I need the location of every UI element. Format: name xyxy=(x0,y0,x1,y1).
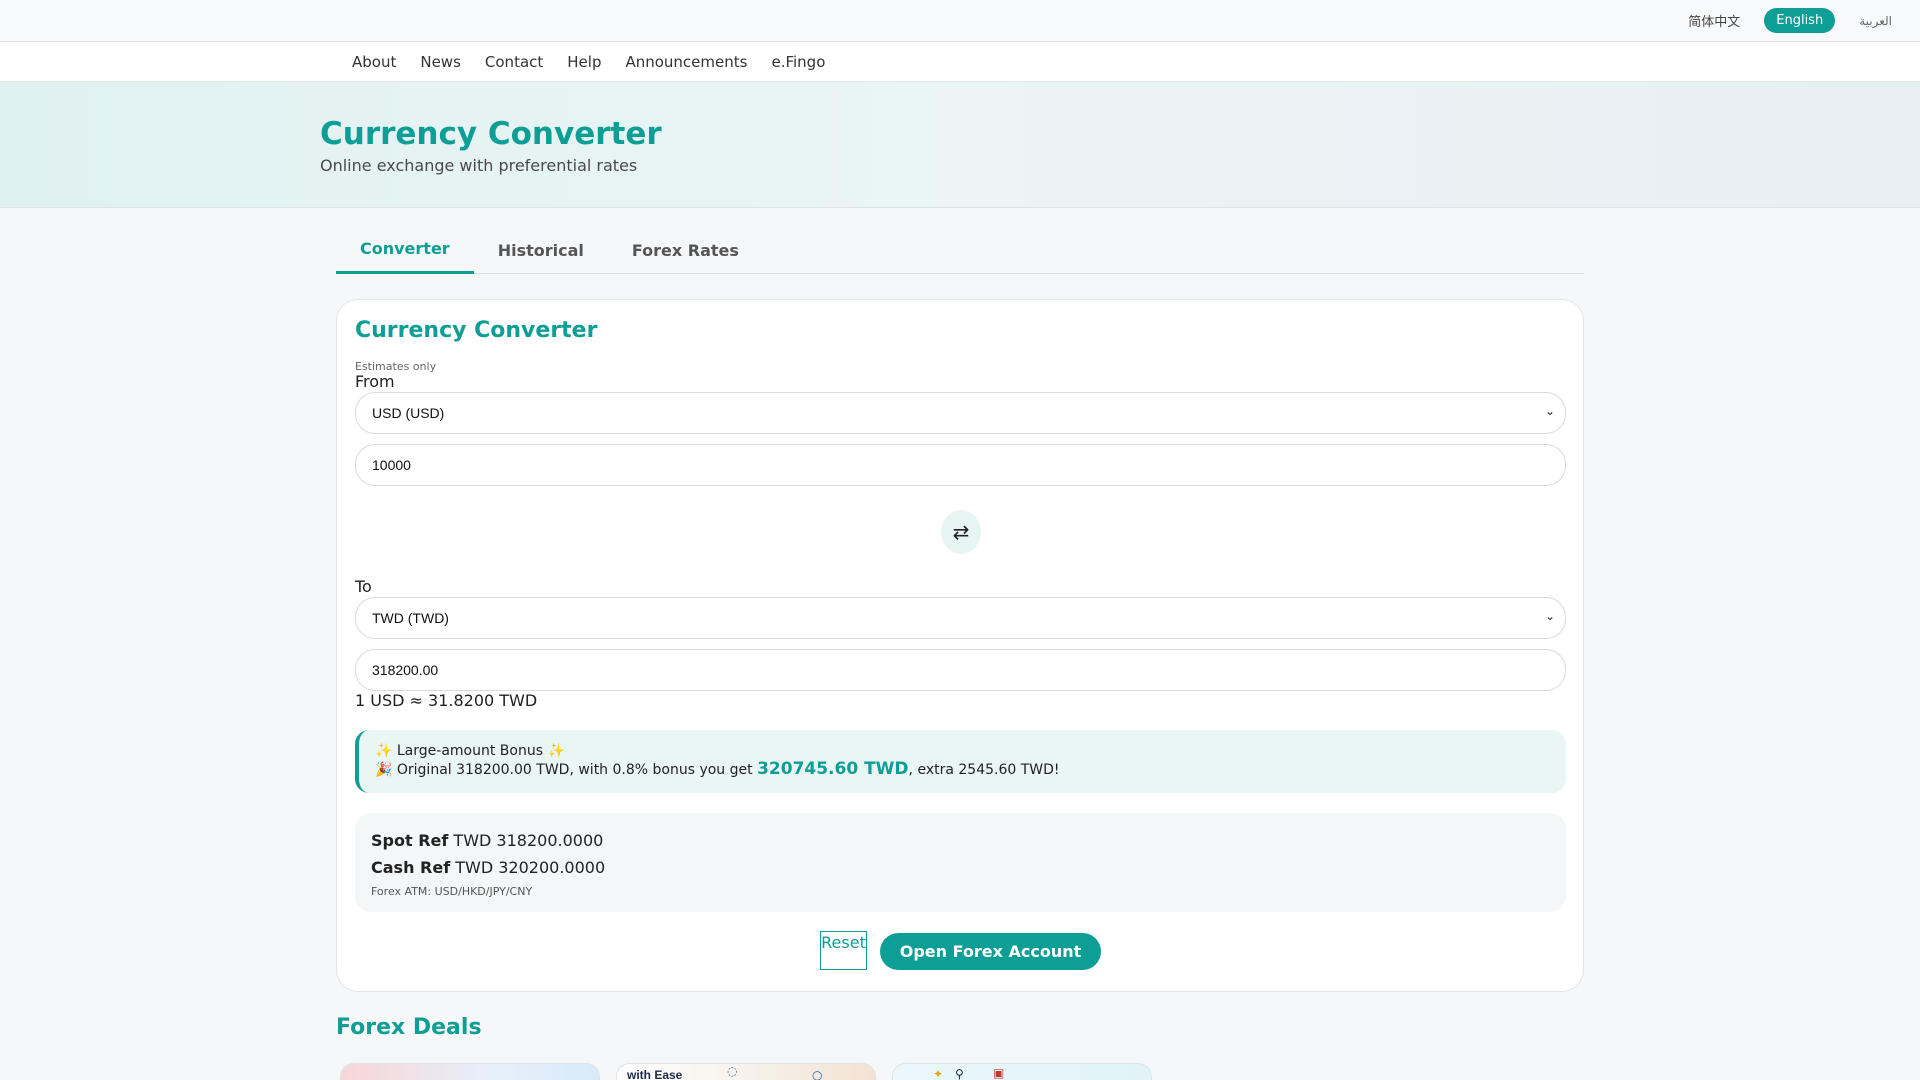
to-amount-output[interactable]: 318200.00 xyxy=(355,649,1566,691)
deal-card-3[interactable]: ✦ ⚲ ▣ xyxy=(892,1063,1152,1080)
tab-forex-rates[interactable]: Forex Rates xyxy=(608,226,763,274)
from-amount-input[interactable]: 10000 xyxy=(355,444,1566,486)
nav-help[interactable]: Help xyxy=(555,53,613,71)
cash-ref-value: TWD 320200.0000 xyxy=(455,858,606,877)
converter-card: Currency Converter Estimates only From U… xyxy=(336,299,1584,992)
language-option-arabic[interactable]: العربية xyxy=(1859,14,1892,28)
nav-about[interactable]: About xyxy=(340,53,408,71)
globe-icon: ◌ xyxy=(727,1064,738,1078)
to-currency-select[interactable]: TWD (TWD) ⌄ xyxy=(355,597,1566,639)
deal-card-2-text: with Ease xyxy=(627,1068,683,1080)
chevron-down-icon: ⌄ xyxy=(1544,404,1555,418)
sparkle-icon: ✦ xyxy=(933,1067,944,1080)
cash-ref-line: Cash Ref TWD 320200.0000 xyxy=(371,854,1550,881)
converter-title: Currency Converter xyxy=(355,318,598,343)
nav-contact[interactable]: Contact xyxy=(473,53,555,71)
chevron-down-icon: ⌄ xyxy=(1544,609,1555,623)
exchange-rate-text: 1 USD ≈ 31.8200 TWD xyxy=(355,691,538,710)
to-label: To xyxy=(355,577,372,596)
bonus-amount: 320745.60 TWD xyxy=(757,759,909,779)
bonus-suffix: , extra 2545.60 TWD! xyxy=(908,762,1060,778)
top-language-bar: 简体中文 English العربية xyxy=(0,0,1920,42)
from-currency-value: USD (USD) xyxy=(372,405,445,421)
language-option-chinese[interactable]: 简体中文 xyxy=(1688,11,1740,30)
swap-currencies-button[interactable]: ⇄ xyxy=(941,510,981,554)
language-option-english[interactable]: English xyxy=(1764,8,1836,33)
deal-card-1[interactable] xyxy=(340,1063,600,1080)
tab-converter[interactable]: Converter xyxy=(336,226,474,274)
cash-ref-label: Cash Ref xyxy=(371,858,451,877)
swap-icon: ⇄ xyxy=(952,520,970,544)
gift-icon: ▣ xyxy=(993,1066,1005,1080)
dot-icon: ○ xyxy=(812,1068,823,1080)
spot-ref-label: Spot Ref xyxy=(371,831,449,850)
forex-atm-note: Forex ATM: USD/HKD/JPY/CNY xyxy=(371,885,533,898)
nav-news[interactable]: News xyxy=(408,53,473,71)
to-currency-value: TWD (TWD) xyxy=(372,610,449,626)
spot-ref-value: TWD 318200.0000 xyxy=(453,831,604,850)
bonus-detail: 🎉 Original 318200.00 TWD, with 0.8% bonu… xyxy=(375,760,1550,779)
from-label: From xyxy=(355,372,395,391)
tab-historical[interactable]: Historical xyxy=(474,226,608,274)
nav-announcements[interactable]: Announcements xyxy=(613,53,759,71)
nav-efingo[interactable]: e.Fingo xyxy=(759,53,837,71)
open-forex-account-button[interactable]: Open Forex Account xyxy=(880,933,1101,970)
pin-icon: ⚲ xyxy=(955,1067,964,1080)
from-currency-select[interactable]: USD (USD) ⌄ xyxy=(355,392,1566,434)
hero-banner: Currency Converter Online exchange with … xyxy=(0,82,1920,208)
bonus-prefix: 🎉 Original 318200.00 TWD, with 0.8% bonu… xyxy=(375,762,753,778)
bonus-heading: ✨ Large-amount Bonus ✨ xyxy=(375,743,565,759)
reference-rates-panel: Spot Ref TWD 318200.0000 Cash Ref TWD 32… xyxy=(355,813,1566,912)
forex-deals-title: Forex Deals xyxy=(336,1015,482,1040)
deal-card-2[interactable]: with Ease ◌ ○ xyxy=(616,1063,876,1080)
page-title: Currency Converter xyxy=(320,116,662,152)
page-subtitle: Online exchange with preferential rates xyxy=(320,156,638,175)
spot-ref-line: Spot Ref TWD 318200.0000 xyxy=(371,827,1550,854)
tab-bar: Converter Historical Forex Rates xyxy=(336,226,1584,274)
reset-button[interactable]: Reset xyxy=(820,931,867,970)
main-navigation: About News Contact Help Announcements e.… xyxy=(0,42,1920,82)
bonus-banner: ✨ Large-amount Bonus ✨ 🎉 Original 318200… xyxy=(355,730,1566,793)
